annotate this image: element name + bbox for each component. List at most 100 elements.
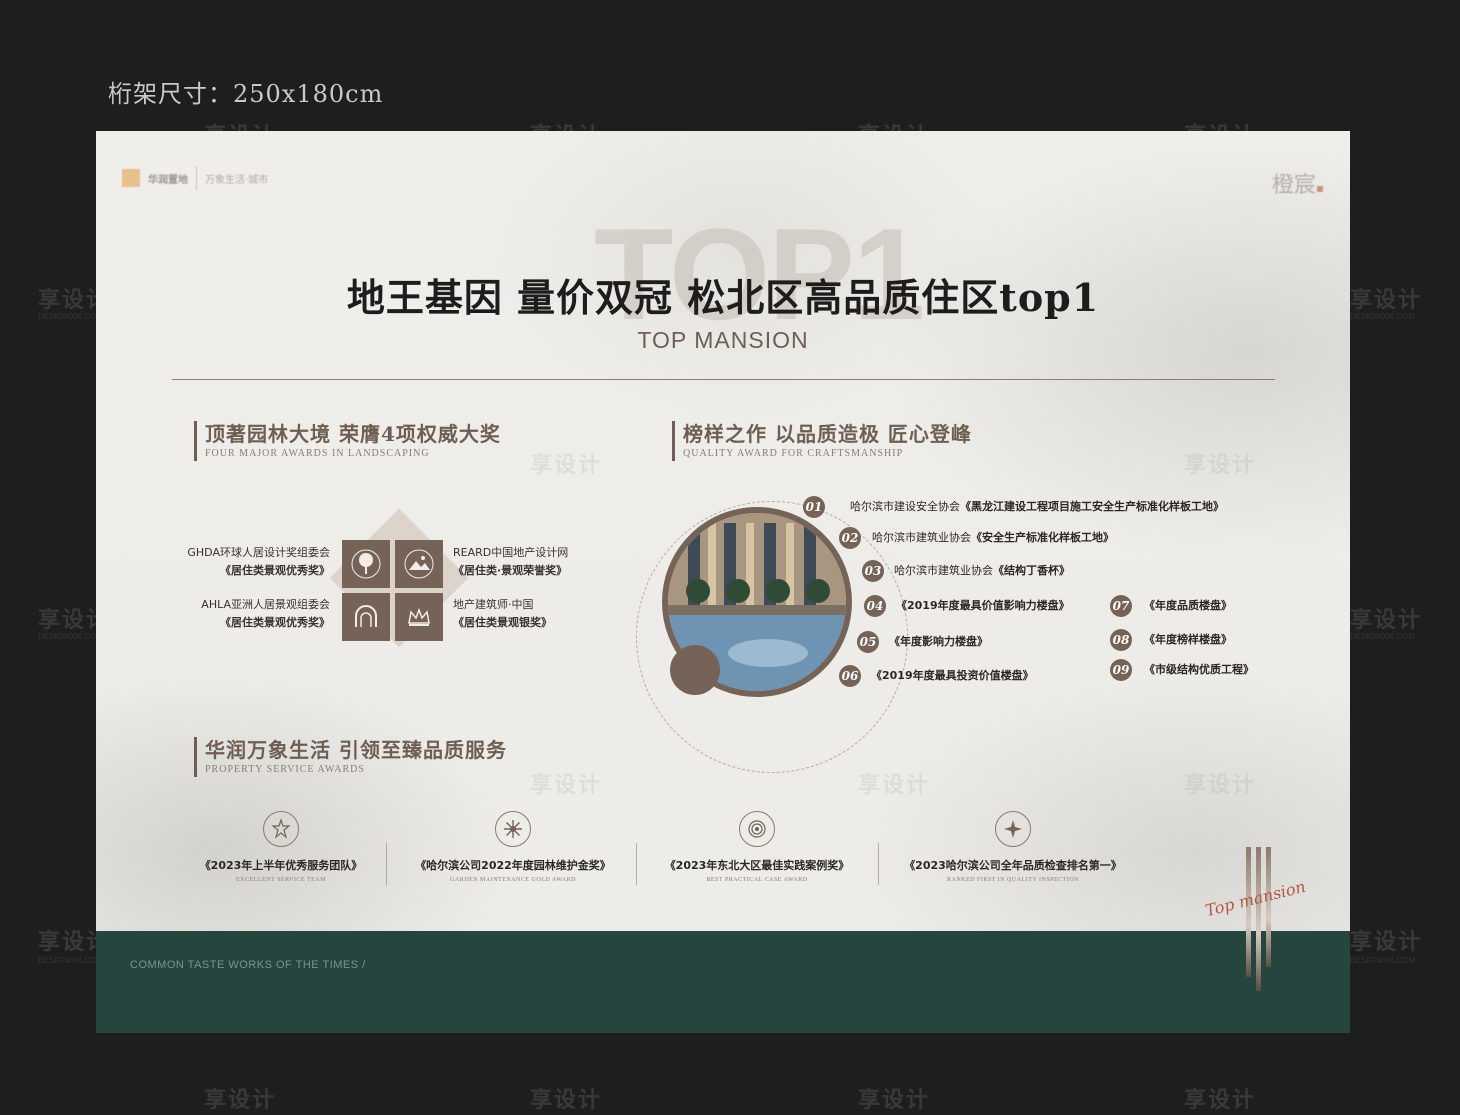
item-org: 哈尔滨市建筑业协会 (872, 531, 971, 544)
service-award-name: 《2023年东北大区最佳实践案例奖》 (664, 859, 850, 872)
landscape-icon (395, 540, 443, 588)
watermark: 享设计 (530, 1088, 603, 1113)
watermark: 享设计 (1184, 1088, 1257, 1113)
watermark: 享设计 (204, 1088, 277, 1113)
rank-badge: 08 (1110, 629, 1132, 651)
arch-icon (342, 593, 390, 641)
service-award: 《2023年东北大区最佳实践案例奖》 BEST PRACTICAL CASE A… (632, 811, 882, 883)
item-name: 《黑龙江建设工程项目施工安全生产标准化样板工地》 (960, 500, 1224, 513)
award-org: 地产建筑师·中国 (453, 598, 534, 611)
item-org: 哈尔滨市建设安全协会 (850, 500, 960, 513)
item-name: 《结构丁香杯》 (993, 564, 1070, 577)
watermark-domain: DESIGN006.COM (38, 956, 103, 965)
exhibition-board: 华润置地 万象生活·城市 橙宸▪ TOP1 地王基因 量价双冠 松北区高品质住区… (96, 131, 1350, 1033)
landscape-section-title: 顶著园林大境 荣膺4项权威大奖 FOUR MAJOR AWARDS IN LAN… (194, 421, 501, 461)
service-award-en: RANKED FIRST IN QUALITY INSPECTION (947, 877, 1079, 883)
project-logo-text: 橙宸 (1271, 173, 1316, 198)
quality-section-title: 榜样之作 以品质造极 匠心登峰 QUALITY AWARD FOR CRAFTS… (672, 421, 972, 461)
snowflake-emblem-icon (495, 811, 531, 847)
quality-item: 《年度影响力楼盘》 (889, 631, 988, 653)
service-award: 《2023年上半年优秀服务团队》 EXCELLENT SERVICE TEAM (156, 811, 406, 883)
rank-badge: 07 (1110, 595, 1132, 617)
item-name: 《市级结构优质工程》 (1144, 663, 1254, 676)
award-reard: REARD中国地产设计网 《居住类·景观荣誉奖》 (453, 544, 623, 580)
watermark-domain: DESIGN006.COM (1350, 632, 1415, 641)
award-org: AHLA亚洲人居景观组委会 (201, 598, 330, 611)
brand-mark-icon (122, 169, 140, 187)
watermark: 享设计 (1350, 930, 1423, 955)
service-award: 《哈尔滨公司2022年度园林维护金奖》 GARDEN MAINTENANCE G… (388, 811, 638, 883)
divider (172, 379, 1275, 380)
brand-name: 华润置地 (148, 174, 188, 186)
watermark: 享设计 (530, 453, 603, 478)
watermark: 享设计 (858, 1088, 931, 1113)
award-name: 《居住类景观优秀奖》 (220, 616, 330, 629)
watermark-domain: DESIGN006.COM (38, 312, 103, 321)
quality-title: 榜样之作 以品质造极 匠心登峰 (683, 422, 972, 446)
developer-logo: 华润置地 万象生活·城市 (122, 166, 268, 190)
award-org: REARD中国地产设计网 (453, 546, 569, 559)
service-award-name: 《2023哈尔滨公司全年品质检查排名第一》 (904, 859, 1122, 872)
separator (386, 843, 387, 885)
sun-emblem-icon (739, 811, 775, 847)
footer-band: COMMON TASTE WORKS OF THE TIMES / (96, 931, 1350, 1033)
service-title: 华润万象生活 引领至臻品质服务 (205, 738, 507, 762)
watermark-domain: DESIGN006.COM (1350, 956, 1415, 965)
watermark: 享设计 (1350, 608, 1423, 633)
tree-icon (342, 540, 390, 588)
watermark: 享设计 (1184, 773, 1257, 798)
landscape-title: 顶著园林大境 荣膺4项权威大奖 (205, 422, 501, 446)
watermark: 享设计 (1184, 453, 1257, 478)
watermark: 享设计 (1350, 288, 1423, 313)
item-name: 《2019年度最具投资价值楼盘》 (871, 669, 1034, 682)
quality-item: 哈尔滨市建筑业协会《安全生产标准化样板工地》 (872, 527, 1114, 549)
photo-accent-knob (670, 645, 720, 695)
award-org: GHDA环球人居设计奖组委会 (187, 546, 330, 559)
watermark: 享设计 (858, 773, 931, 798)
decorative-bars (1246, 847, 1272, 991)
award-name: 《居住类景观优秀奖》 (220, 564, 330, 577)
rank-badge: 04 (864, 595, 886, 617)
compass-emblem-icon (995, 811, 1031, 847)
quality-item: 《年度品质楼盘》 (1144, 595, 1232, 617)
crown-icon (395, 593, 443, 641)
service-award-name: 《2023年上半年优秀服务团队》 (199, 859, 363, 872)
subheadline: TOP MANSION (637, 327, 809, 353)
quality-item: 《2019年度最具投资价值楼盘》 (871, 665, 1034, 687)
quality-subtitle: QUALITY AWARD FOR CRAFTSMANSHIP (683, 448, 904, 459)
quality-item: 《2019年度最具价值影响力楼盘》 (896, 595, 1070, 617)
rank-badge: 05 (857, 631, 879, 653)
landscape-subtitle: FOUR MAJOR AWARDS IN LANDSCAPING (205, 448, 430, 459)
brand-sub: 万象生活·城市 (205, 174, 269, 186)
star-emblem-icon (263, 811, 299, 847)
award-ahla: AHLA亚洲人居景观组委会 《居住类景观优秀奖》 (160, 596, 330, 632)
watermark-domain: DESIGN006.COM (38, 632, 103, 641)
item-name: 《年度影响力楼盘》 (889, 635, 988, 648)
service-award-en: BEST PRACTICAL CASE AWARD (706, 877, 808, 883)
project-logo: 橙宸▪ (1271, 173, 1324, 198)
award-name: 《居住类·景观荣誉奖》 (453, 564, 568, 577)
item-name: 《年度榜样楼盘》 (1144, 633, 1232, 646)
rank-badge: 02 (839, 527, 861, 549)
quality-item: 哈尔滨市建设安全协会《黑龙江建设工程项目施工安全生产标准化样板工地》 (850, 496, 1224, 518)
item-name: 《年度品质楼盘》 (1144, 599, 1232, 612)
rank-badge: 09 (1110, 659, 1132, 681)
quality-item: 《市级结构优质工程》 (1144, 659, 1254, 681)
footer-slogan: COMMON TASTE WORKS OF THE TIMES / (130, 959, 366, 971)
service-award-en: EXCELLENT SERVICE TEAM (236, 877, 326, 883)
rank-badge: 01 (803, 496, 825, 518)
service-subtitle: PROPERTY SERVICE AWARDS (205, 764, 365, 775)
item-name: 《2019年度最具价值影响力楼盘》 (896, 599, 1070, 612)
award-ghda: GHDA环球人居设计奖组委会 《居住类景观优秀奖》 (160, 544, 330, 580)
headline: 地王基因 量价双冠 松北区高品质住区top1 (346, 275, 1100, 320)
award-architect: 地产建筑师·中国 《居住类景观银奖》 (453, 596, 623, 632)
watermark: 享设计 (530, 773, 603, 798)
quality-item: 《年度榜样楼盘》 (1144, 629, 1232, 651)
award-name: 《居住类景观银奖》 (453, 616, 552, 629)
rank-badge: 06 (839, 665, 861, 687)
service-award-name: 《哈尔滨公司2022年度园林维护金奖》 (415, 859, 611, 872)
truss-size-label: 桁架尺寸：250x180cm (108, 80, 384, 108)
rank-badge: 03 (862, 560, 884, 582)
service-award: 《2023哈尔滨公司全年品质检查排名第一》 RANKED FIRST IN QU… (878, 811, 1148, 883)
service-section-title: 华润万象生活 引领至臻品质服务 PROPERTY SERVICE AWARDS (194, 737, 507, 777)
